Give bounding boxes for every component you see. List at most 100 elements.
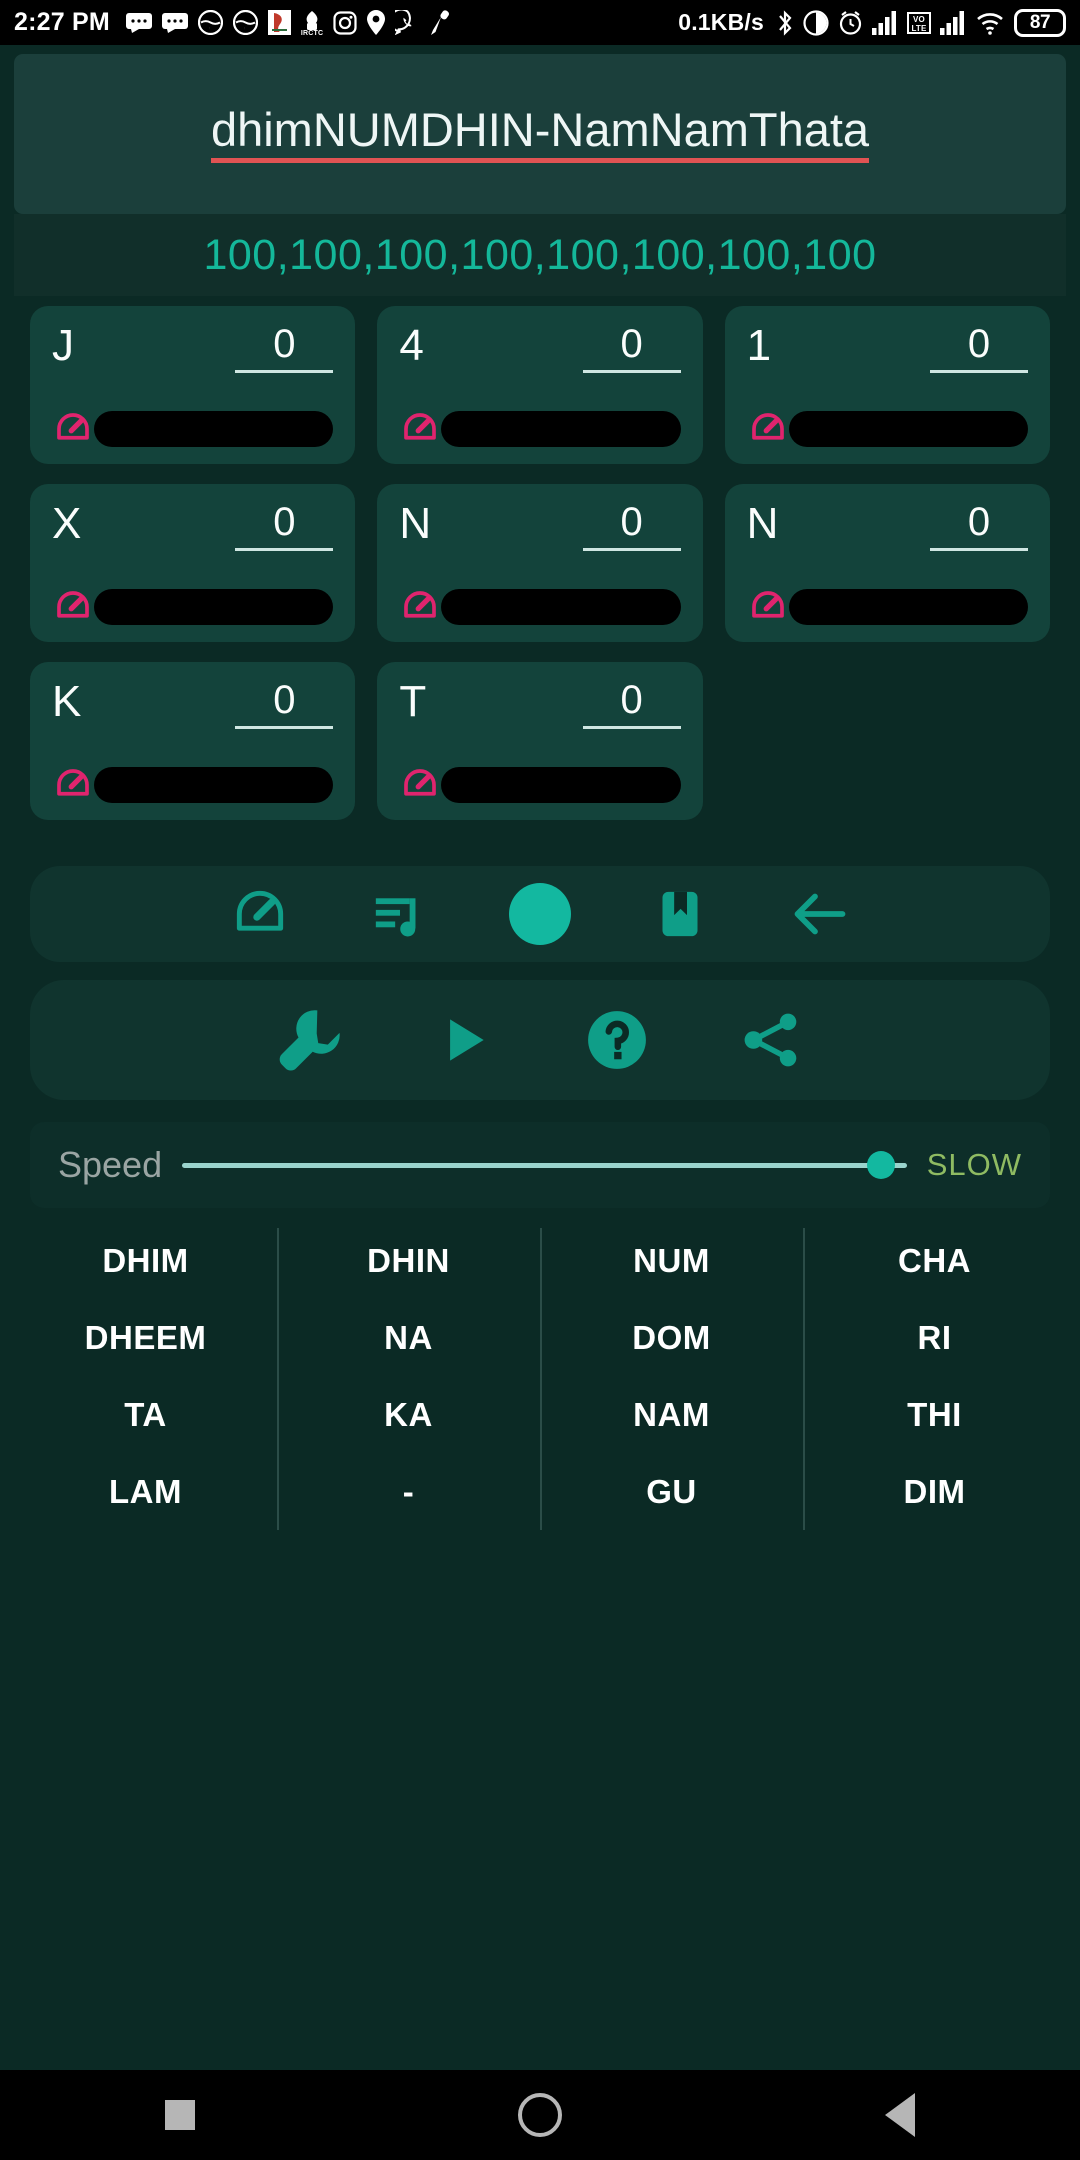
beat-card[interactable]: K 0 xyxy=(30,662,356,820)
bookmark-button[interactable] xyxy=(632,874,728,954)
redacted-field[interactable] xyxy=(441,589,681,625)
recents-button[interactable] xyxy=(120,2070,240,2160)
beat-card-top: T 0 xyxy=(399,680,681,729)
beat-value-field[interactable]: 0 xyxy=(930,502,1028,551)
syllable-cell[interactable]: DIM xyxy=(803,1453,1066,1530)
syllable-column: NUM DOM NAM GU xyxy=(540,1222,803,1530)
beat-letter: 1 xyxy=(746,321,772,370)
beat-card-top: 1 0 xyxy=(747,324,1028,373)
gauge-icon[interactable] xyxy=(52,764,94,806)
beat-value-field[interactable]: 0 xyxy=(582,324,681,373)
gauge-icon[interactable] xyxy=(399,586,441,628)
redacted-field[interactable] xyxy=(94,589,334,625)
beat-card[interactable]: 4 0 xyxy=(377,306,703,464)
back-arrow-button[interactable] xyxy=(772,874,868,954)
beat-card-bottom xyxy=(747,408,1028,450)
beat-value-field[interactable]: 0 xyxy=(235,500,334,551)
syllable-cell[interactable]: CHA xyxy=(803,1222,1066,1299)
slider-thumb[interactable] xyxy=(866,1151,895,1179)
bluetooth-icon xyxy=(776,9,794,36)
gauge-icon[interactable] xyxy=(399,408,441,450)
syllable-cell[interactable]: GU xyxy=(540,1453,803,1530)
secondary-toolbar xyxy=(30,980,1050,1100)
back-button[interactable] xyxy=(840,2070,960,2160)
syllable-cell[interactable]: TA xyxy=(14,1376,277,1453)
beat-value-field[interactable]: 0 xyxy=(930,324,1028,373)
help-button[interactable] xyxy=(569,1000,665,1080)
record-button[interactable] xyxy=(492,874,588,954)
beat-card-bottom xyxy=(52,586,334,628)
gauge-icon[interactable] xyxy=(399,764,441,806)
beat-letter: 4 xyxy=(399,321,424,370)
beat-card[interactable]: 1 0 xyxy=(724,306,1050,464)
playlist-music-icon xyxy=(371,885,429,943)
beat-card-bottom xyxy=(399,764,681,806)
syllable-cell[interactable]: DHIM xyxy=(14,1222,277,1299)
beat-value-field[interactable]: 0 xyxy=(235,324,334,373)
redacted-field[interactable] xyxy=(441,411,681,447)
home-button[interactable] xyxy=(480,2070,600,2160)
beat-counts[interactable]: 100,100,100,100,100,100,100,100 xyxy=(203,231,876,280)
beat-card[interactable]: J 0 xyxy=(30,306,356,464)
syllable-cell[interactable]: KA xyxy=(277,1376,540,1453)
gauge-icon[interactable] xyxy=(747,408,789,450)
message-icon xyxy=(161,12,188,33)
beat-value-field[interactable]: 0 xyxy=(582,502,681,551)
speed-slider[interactable] xyxy=(182,1145,907,1185)
settings-button[interactable] xyxy=(261,1000,357,1080)
syllable-cell[interactable]: DHIN xyxy=(277,1222,540,1299)
syllable-column: DHIM DHEEM TA LAM xyxy=(14,1222,277,1530)
syllable-cell[interactable]: NAM xyxy=(540,1376,803,1453)
wrench-icon xyxy=(272,1003,346,1077)
share-button[interactable] xyxy=(723,1000,819,1080)
beat-value-field[interactable]: 0 xyxy=(235,678,334,729)
speed-value-label: SLOW xyxy=(926,1147,1022,1182)
gauge-icon[interactable] xyxy=(52,586,94,628)
syllable-cell[interactable]: NA xyxy=(277,1299,540,1376)
beat-value: 0 xyxy=(273,678,296,722)
syllable-column: DHIN NA KA - xyxy=(277,1222,540,1530)
irctc-icon: IRCTC xyxy=(301,10,323,36)
android-nav-bar xyxy=(0,2070,1080,2160)
play-button[interactable] xyxy=(415,1000,511,1080)
playlist-button[interactable] xyxy=(352,874,448,954)
redacted-field[interactable] xyxy=(441,767,681,803)
instagram-icon xyxy=(333,10,357,35)
syllable-cell[interactable]: THI xyxy=(803,1376,1066,1453)
beat-card-bottom xyxy=(747,586,1028,628)
syllable-cell[interactable]: - xyxy=(277,1453,540,1530)
redacted-field[interactable] xyxy=(788,589,1028,625)
beat-value: 0 xyxy=(273,500,296,544)
beat-grid-wrapper: J 0 4 0 1 0 X 0 N 0 N 0 K 0 T 0 xyxy=(0,296,1080,820)
beat-card[interactable]: N 0 xyxy=(377,484,703,642)
syllable-cell[interactable]: DOM xyxy=(540,1299,803,1376)
signal-bars-icon xyxy=(940,10,966,35)
bookmark-icon xyxy=(652,886,708,942)
gauge-icon[interactable] xyxy=(747,586,789,628)
syllable-grid-wrapper: DHIM DHEEM TA LAM DHIN NA KA - NUM DOM N… xyxy=(0,1222,1080,1530)
gauge-icon[interactable] xyxy=(52,408,94,450)
page-title[interactable]: dhimNUMDHIN-NamNamThata xyxy=(210,105,870,164)
speed-label: Speed xyxy=(58,1144,163,1185)
redacted-field[interactable] xyxy=(94,411,334,447)
syllable-cell[interactable]: NUM xyxy=(540,1222,803,1299)
syllable-cell[interactable]: DHEEM xyxy=(14,1299,277,1376)
beat-card[interactable]: N 0 xyxy=(724,484,1050,642)
status-clock: 2:27 PM xyxy=(14,8,110,36)
volte-icon: VO LTE xyxy=(907,11,931,35)
beat-letter: N xyxy=(399,499,432,548)
beat-card[interactable]: X 0 xyxy=(30,484,356,642)
beat-card[interactable]: T 0 xyxy=(377,662,703,820)
redacted-field[interactable] xyxy=(94,767,334,803)
beat-card-placeholder xyxy=(725,662,1050,820)
tempo-gauge-button[interactable] xyxy=(212,874,308,954)
beat-value-field[interactable]: 0 xyxy=(582,680,681,729)
beat-grid: J 0 4 0 1 0 X 0 N 0 N 0 K 0 T 0 xyxy=(30,306,1050,820)
beat-letter: N xyxy=(746,499,779,548)
syllable-cell[interactable]: RI xyxy=(803,1299,1066,1376)
redacted-field[interactable] xyxy=(788,411,1028,447)
battery-indicator: 87 xyxy=(1014,8,1066,37)
beat-card-top: K 0 xyxy=(52,678,334,729)
triangle-left-icon xyxy=(885,2093,915,2137)
syllable-cell[interactable]: LAM xyxy=(14,1453,277,1530)
